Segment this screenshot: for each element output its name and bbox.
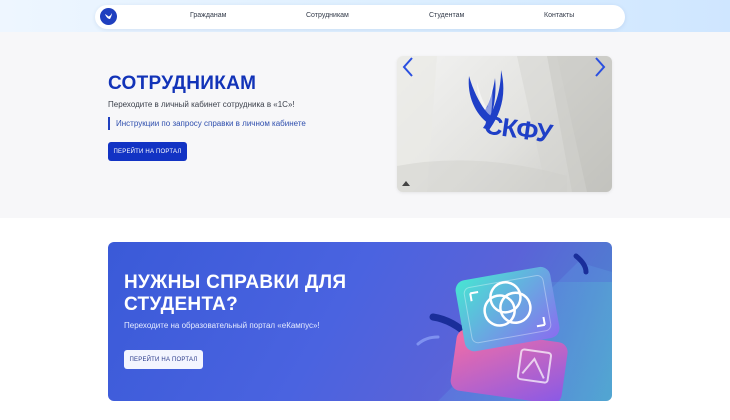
chevron-left-icon[interactable] bbox=[401, 56, 415, 78]
students-banner: НУЖНЫ СПРАВКИ ДЛЯ СТУДЕНТА? Переходите н… bbox=[108, 242, 612, 401]
employee-portal-button[interactable]: ПЕРЕЙТИ НА ПОРТАЛ bbox=[108, 142, 187, 161]
main-navigation: Гражданам Сотрудникам Студентам Контакты bbox=[95, 5, 625, 29]
hero-title: СОТРУДНИКАМ bbox=[108, 73, 257, 94]
instructions-link[interactable]: Инструкции по запросу справки в личном к… bbox=[116, 119, 306, 128]
nav-item-students[interactable]: Студентам bbox=[429, 12, 464, 19]
nav-item-contacts[interactable]: Контакты bbox=[544, 12, 574, 19]
chevron-right-icon[interactable] bbox=[593, 56, 607, 78]
instructions-link-block: Инструкции по запросу справки в личном к… bbox=[108, 117, 306, 130]
hero-subtitle: Переходите в личный кабинет сотрудника в… bbox=[108, 100, 295, 109]
university-logo-icon[interactable] bbox=[100, 8, 117, 25]
nav-item-citizens[interactable]: Гражданам bbox=[190, 12, 226, 19]
ecampus-portal-button[interactable]: ПЕРЕЙТИ НА ПОРТАЛ bbox=[124, 350, 203, 369]
hero-photo-carousel: СКФУ bbox=[397, 56, 612, 192]
banner-title: НУЖНЫ СПРАВКИ ДЛЯ СТУДЕНТА? bbox=[124, 272, 347, 315]
banner-subtitle: Переходите на образовательный портал «еК… bbox=[124, 321, 320, 330]
nav-item-employees[interactable]: Сотрудникам bbox=[306, 12, 349, 19]
photo-watermark-icon bbox=[402, 181, 410, 186]
